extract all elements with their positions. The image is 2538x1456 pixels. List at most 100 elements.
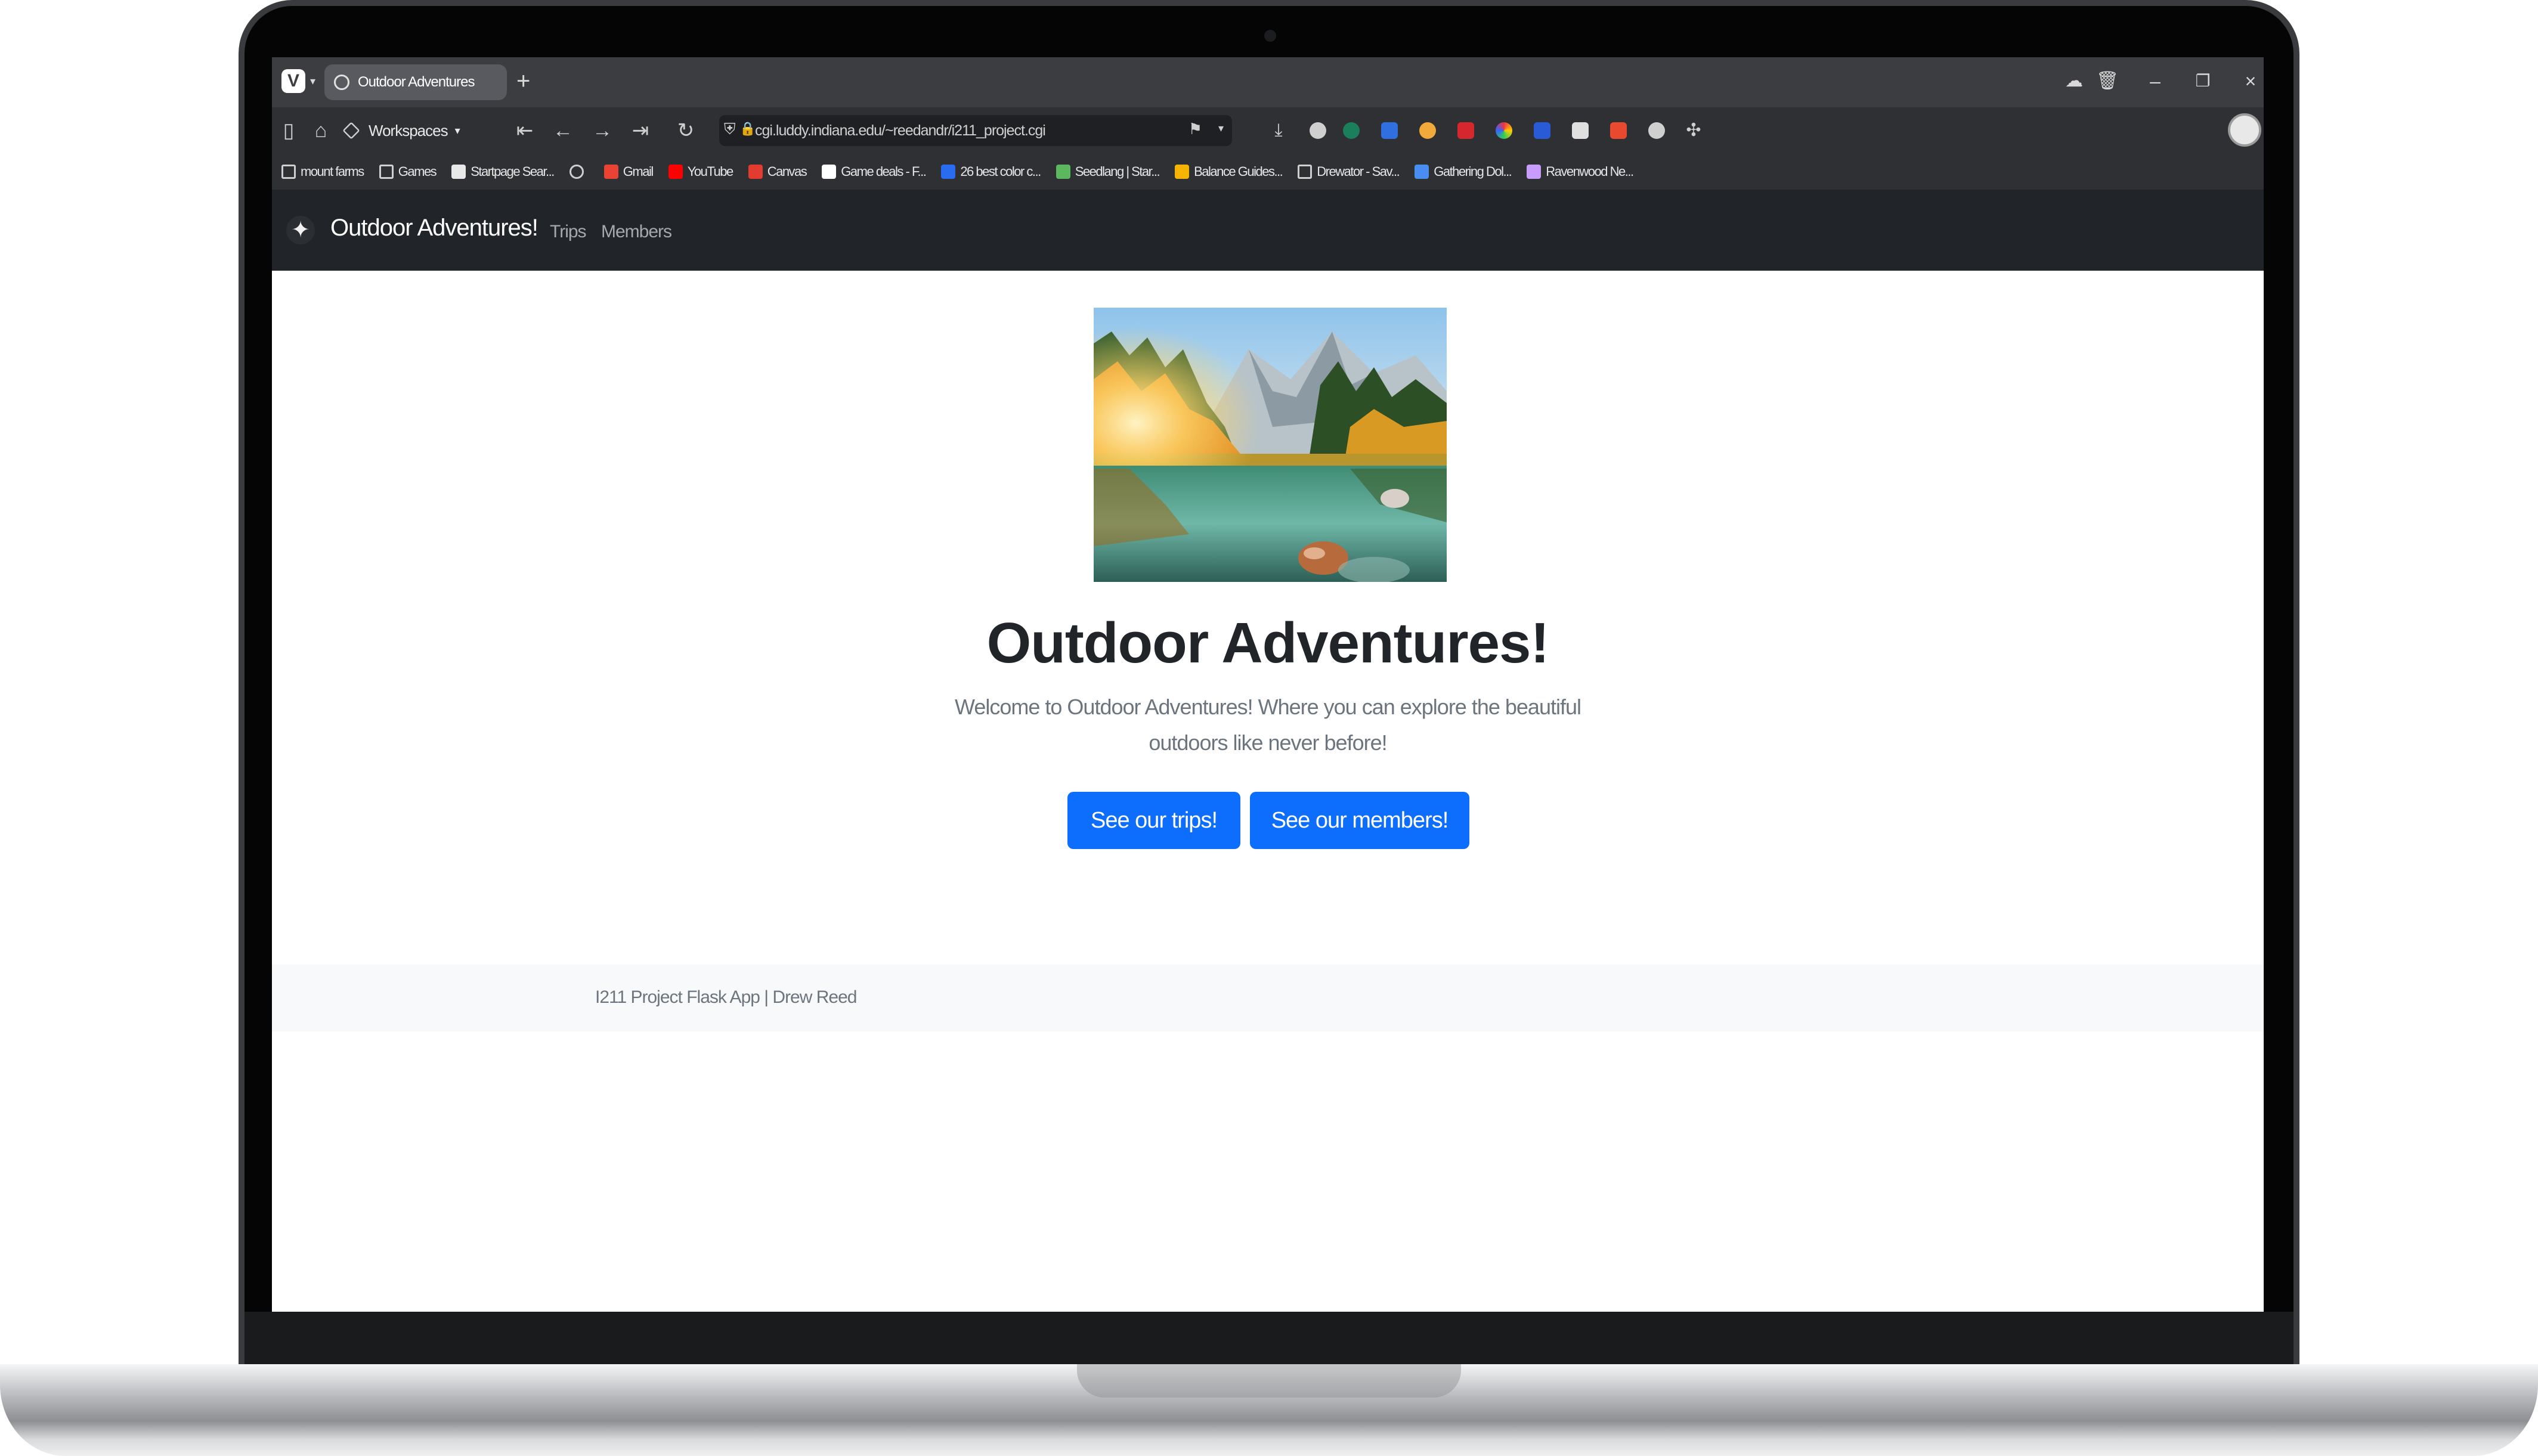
extension-icon[interactable]	[1343, 122, 1360, 139]
tab-title: Outdoor Adventures	[358, 74, 475, 90]
bookmark-label: Startpage Sear...	[471, 164, 555, 179]
extension-icon[interactable]	[1310, 122, 1326, 139]
globe-icon	[334, 75, 349, 90]
bookmark-item[interactable]: 26 best color c...	[941, 164, 1041, 179]
site-navbar: ✦ Outdoor Adventures! Trips Members	[272, 190, 2264, 271]
see-members-button[interactable]: See our members!	[1250, 792, 1469, 849]
bookmark-item[interactable]: Balance Guides...	[1175, 164, 1283, 179]
tab-bar: V ▾ Outdoor Adventures + ☁ 🗑 – ❐ ×	[272, 57, 2264, 107]
webcam-icon	[1264, 30, 1276, 42]
bookmark-label: Drewator - Sav...	[1317, 164, 1400, 179]
screen: V ▾ Outdoor Adventures + ☁ 🗑 – ❐ × ▯ ⌂ W…	[272, 57, 2264, 1312]
bookmark-icon[interactable]: ⚑	[1188, 120, 1202, 138]
bookmark-item[interactable]: Game deals - F...	[822, 164, 927, 179]
bookmark-item[interactable]: Startpage Sear...	[451, 164, 555, 179]
bookmark-label: 26 best color c...	[960, 164, 1041, 179]
nav-link-trips[interactable]: Trips	[550, 222, 587, 242]
bookmark-label: Gathering Dol...	[1434, 164, 1512, 179]
bookmark-item[interactable]: Ravenwood Ne...	[1527, 164, 1634, 179]
bookmark-item[interactable]: Gmail	[603, 164, 654, 179]
new-tab-icon[interactable]: +	[516, 68, 530, 94]
bookmark-label: Game deals - F...	[841, 164, 927, 179]
fast-forward-icon[interactable]: ⇥	[627, 117, 654, 144]
extension-icon[interactable]	[1572, 122, 1589, 139]
back-icon[interactable]: ←	[550, 117, 576, 144]
check-icon	[1056, 165, 1070, 179]
w-icon	[941, 165, 956, 179]
bookmark-item[interactable]: Seedlang | Star...	[1056, 164, 1160, 179]
laptop-chin	[244, 1312, 2294, 1371]
compass-icon[interactable]: ✦	[286, 216, 315, 244]
panel-toggle-icon[interactable]: ▯	[276, 117, 302, 144]
lock-icon: 🔒	[739, 121, 756, 136]
bookmarks-bar: mount farms Games Startpage Sear... Gmail Yo…	[272, 154, 2264, 190]
extension-icon[interactable]	[1381, 122, 1398, 139]
profile-avatar[interactable]	[2228, 113, 2261, 147]
bookmark-label: Balance Guides...	[1194, 164, 1283, 179]
laptop-notch	[1077, 1364, 1461, 1398]
bookmark-item[interactable]	[569, 165, 589, 179]
bookmark-label: Gmail	[623, 164, 654, 179]
welcome-text: Welcome to Outdoor Adventures! Where you…	[955, 695, 1581, 755]
bookmark-item[interactable]: Gathering Dol...	[1415, 164, 1512, 179]
url-field[interactable]: ⛨ 🔒 cgi.luddy.indiana.edu/~reedandr/i211…	[719, 115, 1232, 146]
bookmark-label: YouTube	[687, 164, 733, 179]
cloud-icon[interactable]: ☁	[2061, 68, 2087, 94]
raven-icon	[1527, 165, 1542, 179]
bookmark-label: Canvas	[767, 164, 807, 179]
see-trips-button[interactable]: See our trips!	[1067, 792, 1240, 849]
rewind-icon[interactable]: ⇤	[512, 117, 538, 144]
home-icon[interactable]: ⌂	[308, 117, 334, 144]
gmail-icon	[603, 165, 618, 179]
canvas-icon	[748, 165, 763, 179]
folder-icon	[281, 165, 296, 179]
reload-icon[interactable]: ↻	[673, 117, 699, 144]
page-title: Outdoor Adventures!	[986, 611, 1550, 675]
puzzle-icon	[1298, 165, 1313, 179]
dol-icon	[1415, 165, 1429, 179]
ublock-icon[interactable]	[1457, 122, 1474, 139]
close-icon[interactable]: ×	[2237, 68, 2264, 94]
tab-outdoor-adventures[interactable]: Outdoor Adventures	[324, 64, 507, 100]
download-icon[interactable]: ⤓	[1265, 117, 1292, 144]
minimize-icon[interactable]: –	[2142, 68, 2168, 94]
bookmark-label: Seedlang | Star...	[1075, 164, 1160, 179]
extension-icon[interactable]	[1534, 122, 1550, 139]
nav-link-members[interactable]: Members	[601, 222, 672, 242]
puzzle-icon[interactable]: ✣	[1680, 117, 1707, 144]
workspaces-label: Workspaces	[369, 121, 448, 140]
vivaldi-menu-icon[interactable]: V	[281, 69, 305, 93]
restore-icon[interactable]: ❐	[2190, 68, 2216, 94]
youtube-icon	[668, 165, 683, 179]
bookmark-item[interactable]: Games	[379, 164, 437, 179]
trash-icon[interactable]: 🗑	[2094, 68, 2121, 94]
workspaces-icon	[342, 122, 360, 140]
hero-image	[1094, 308, 1447, 582]
chevron-down-icon: ▾	[454, 124, 460, 137]
forward-icon[interactable]: →	[589, 117, 615, 144]
bookmark-label: Games	[398, 164, 437, 179]
search-icon	[451, 165, 466, 179]
address-bar-row: ▯ ⌂ Workspaces ▾ ⇤ ← → ⇥ ↻ ⛨ 🔒 cgi.luddy…	[272, 107, 2264, 154]
gg-icon	[822, 165, 837, 179]
extension-icon[interactable]	[1496, 122, 1512, 139]
bookmark-item[interactable]: Canvas	[748, 164, 807, 179]
bookmark-item[interactable]: mount farms	[281, 164, 364, 179]
bookmark-item[interactable]: Drewator - Sav...	[1298, 164, 1400, 179]
workspaces-button[interactable]: Workspaces ▾	[342, 117, 460, 144]
extension-icon[interactable]	[1648, 122, 1665, 139]
footer-text: I211 Project Flask App | Drew Reed	[595, 987, 857, 1007]
globe-icon	[569, 165, 584, 179]
bookmark-label: mount farms	[301, 164, 364, 179]
hex-icon	[1175, 165, 1190, 179]
shield-icon[interactable]: ⛨	[724, 120, 736, 139]
folder-icon	[379, 165, 394, 179]
extension-icon[interactable]	[1610, 122, 1627, 139]
site-footer: I211 Project Flask App | Drew Reed	[272, 965, 2264, 1031]
chevron-down-icon[interactable]: ▾	[310, 75, 315, 88]
extension-icon[interactable]	[1419, 122, 1436, 139]
chevron-down-icon[interactable]: ▾	[1218, 122, 1224, 135]
bookmark-item[interactable]: YouTube	[668, 164, 733, 179]
url-text: cgi.luddy.indiana.edu/~reedandr/i211_pro…	[755, 122, 1046, 139]
site-brand[interactable]: Outdoor Adventures!	[330, 215, 538, 241]
